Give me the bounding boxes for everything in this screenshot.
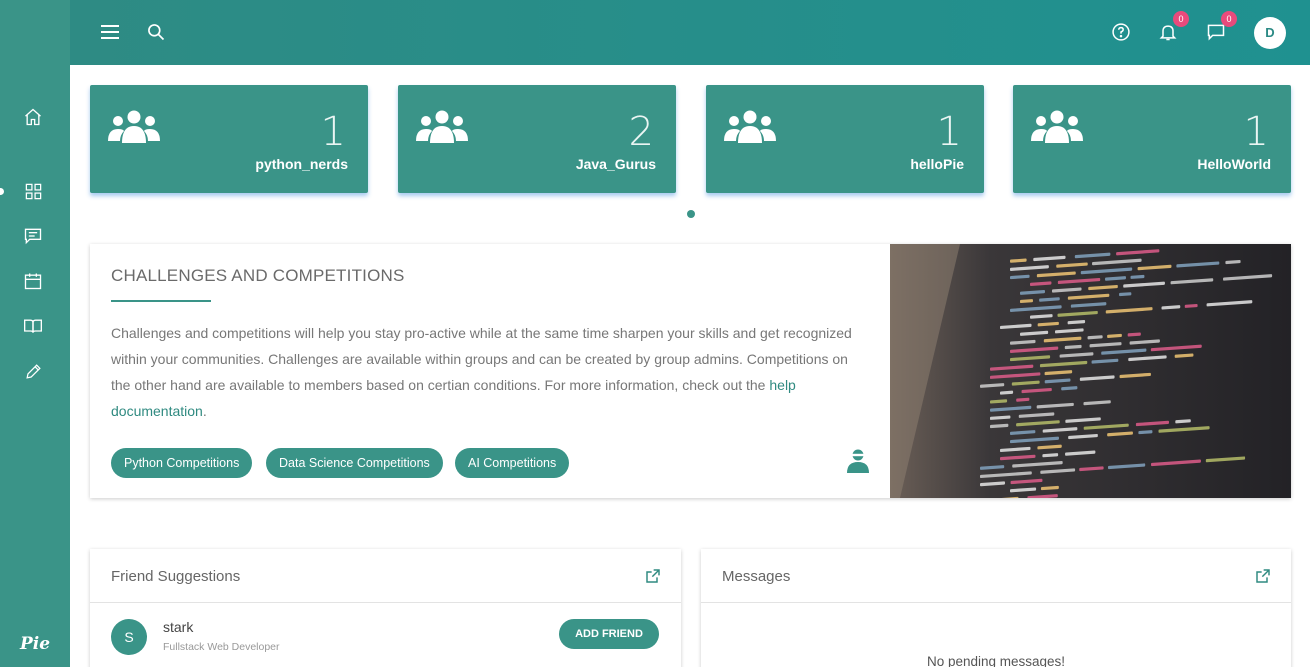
messages-title: Messages [722,568,791,585]
topbar: 0 0 D [70,0,1310,65]
group-users-icon [108,109,160,150]
pie-logo[interactable]: Pie [20,634,50,654]
user-remove-icon[interactable] [846,447,870,478]
friend-role: Fullstack Web Developer [163,641,280,653]
external-link-icon[interactable] [645,568,661,589]
messages-icon[interactable]: 0 [1204,11,1237,44]
description-text: Challenges and competitions will help yo… [111,325,852,393]
chat-icon[interactable] [22,225,44,247]
title-underline [111,300,211,302]
group-name: HelloWorld [1197,156,1271,172]
active-indicator [0,188,4,195]
empty-messages-text: No pending messages! [926,654,1066,667]
group-name: python_nerds [255,156,348,172]
python-competitions-button[interactable]: Python Competitions [111,448,253,478]
sidebar: Pie [0,0,70,667]
group-users-icon [416,109,468,150]
group-member-count: 2 [628,109,654,155]
challenges-title: CHALLENGES AND COMPETITIONS [111,266,405,285]
add-friend-button[interactable]: ADD FRIEND [559,619,659,649]
friend-suggestions-card: Friend Suggestions S stark Fullstack Web… [90,549,681,667]
group-name: helloPie [910,156,964,172]
group-member-count: 1 [1243,109,1269,155]
avatar[interactable]: S [111,619,147,655]
messages-badge: 0 [1221,11,1237,27]
friend-name[interactable]: stark [163,619,193,635]
challenges-description: Challenges and competitions will help yo… [111,320,871,424]
group-users-icon [724,109,776,150]
description-end: . [202,403,207,419]
group-card[interactable]: 1 python_nerds [90,85,368,193]
group-member-count: 1 [936,109,962,155]
home-icon[interactable] [22,106,44,128]
external-link-icon[interactable] [1255,568,1271,589]
challenges-card: CHALLENGES AND COMPETITIONS Challenges a… [90,244,1291,498]
menu-icon[interactable] [98,20,122,44]
card-header: Messages [701,549,1291,603]
notifications-badge: 0 [1173,11,1189,27]
user-avatar[interactable]: D [1254,17,1286,49]
calendar-icon[interactable] [22,270,44,292]
group-card[interactable]: 2 Java_Gurus [398,85,676,193]
search-icon[interactable] [144,20,168,44]
help-icon[interactable] [1109,20,1133,44]
group-card[interactable]: 1 HelloWorld [1013,85,1291,193]
card-header: Friend Suggestions [90,549,681,603]
notifications-bell-icon[interactable]: 0 [1156,11,1189,44]
dashboard-grid-icon[interactable] [22,180,44,202]
group-name: Java_Gurus [575,156,656,172]
carousel-indicator[interactable] [687,210,695,218]
book-icon[interactable] [22,315,44,337]
pencil-icon[interactable] [22,360,44,382]
group-member-count: 1 [320,109,346,155]
data-science-competitions-button[interactable]: Data Science Competitions [266,448,443,478]
group-users-icon [1031,109,1083,150]
group-card[interactable]: 1 helloPie [706,85,984,193]
ai-competitions-button[interactable]: AI Competitions [455,448,570,478]
code-screen-image [890,244,1291,498]
messages-card: Messages No pending messages! [701,549,1291,667]
friend-suggestions-title: Friend Suggestions [111,568,241,585]
